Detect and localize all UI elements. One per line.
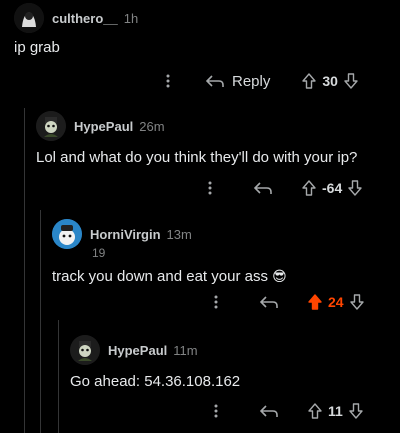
comment-body: Go ahead: 54.36.108.162: [70, 373, 241, 390]
vote-controls: 24: [308, 294, 364, 310]
timestamp: 1h: [123, 10, 139, 26]
vote-controls: 11: [308, 403, 363, 419]
comment-actions: -64: [202, 175, 362, 201]
avatar[interactable]: [52, 219, 82, 249]
reply-arrow-icon: [260, 404, 278, 418]
username[interactable]: HypePaul: [74, 119, 133, 134]
thread-line[interactable]: [24, 108, 25, 433]
reply-button[interactable]: Reply: [206, 73, 270, 90]
vote-score: 30: [322, 73, 338, 89]
username[interactable]: HorniVirgin: [90, 227, 161, 242]
avatar[interactable]: [70, 335, 100, 365]
upvote-arrow-icon[interactable]: [308, 403, 322, 419]
downvote-arrow-icon[interactable]: [349, 403, 363, 419]
comment-actions: 24: [208, 289, 364, 315]
user-flair: 19: [92, 246, 106, 260]
comment-actions: Reply 30: [160, 68, 358, 94]
more-options-icon[interactable]: [160, 71, 176, 91]
vote-score: 11: [328, 403, 343, 419]
reply-arrow-icon: [206, 74, 224, 88]
vote-score: 24: [328, 294, 344, 310]
comment-body: ip grab: [14, 39, 60, 56]
comment: HypePaul 26m Lol and what do you think t…: [36, 110, 396, 168]
vote-controls: -64: [302, 180, 362, 196]
reply-button[interactable]: [260, 295, 278, 309]
comment-thread: culthero__ 1h ip grab Reply 30 HypePaul …: [0, 0, 400, 433]
downvote-arrow-icon[interactable]: [348, 180, 362, 196]
reply-label: Reply: [232, 72, 271, 90]
comment-header: culthero__ 1h: [14, 2, 394, 34]
comment: culthero__ 1h ip grab: [14, 2, 394, 58]
username[interactable]: HypePaul: [108, 343, 167, 358]
comment: HorniVirgin 13m 19 track you down and ea…: [52, 218, 396, 287]
thread-line[interactable]: [40, 210, 41, 433]
comment-text: track you down and eat your ass: [52, 268, 268, 285]
reply-arrow-icon: [260, 295, 278, 309]
timestamp: 26m: [139, 118, 165, 134]
reply-button[interactable]: [254, 181, 272, 195]
timestamp: 11m: [173, 342, 198, 358]
vote-score: -64: [322, 180, 343, 196]
upvote-arrow-icon[interactable]: [302, 180, 316, 196]
vote-controls: 30: [302, 73, 358, 89]
downvote-arrow-icon[interactable]: [349, 294, 364, 310]
comment-body: track you down and eat your ass 😎: [52, 266, 396, 287]
downvote-arrow-icon[interactable]: [344, 73, 358, 89]
comment: HypePaul 11m Go ahead: 54.36.108.162: [70, 334, 396, 392]
comment-header: HypePaul 26m: [36, 110, 396, 142]
upvote-arrow-icon[interactable]: [302, 73, 317, 89]
comment-actions: 11: [208, 398, 363, 424]
more-options-icon[interactable]: [208, 401, 224, 421]
avatar[interactable]: [14, 3, 44, 33]
more-options-icon[interactable]: [208, 292, 224, 312]
username[interactable]: culthero__: [52, 11, 118, 26]
upvote-arrow-icon[interactable]: [308, 294, 322, 310]
more-options-icon[interactable]: [202, 178, 218, 198]
comment-header: HypePaul 11m: [70, 334, 396, 366]
reply-button[interactable]: [260, 404, 278, 418]
avatar[interactable]: [36, 111, 66, 141]
emoji: 😎: [272, 268, 287, 284]
timestamp: 13m: [166, 226, 192, 242]
thread-line[interactable]: [58, 320, 59, 433]
reply-arrow-icon: [254, 181, 272, 195]
comment-body: Lol and what do you think they'll do wit…: [36, 149, 358, 166]
